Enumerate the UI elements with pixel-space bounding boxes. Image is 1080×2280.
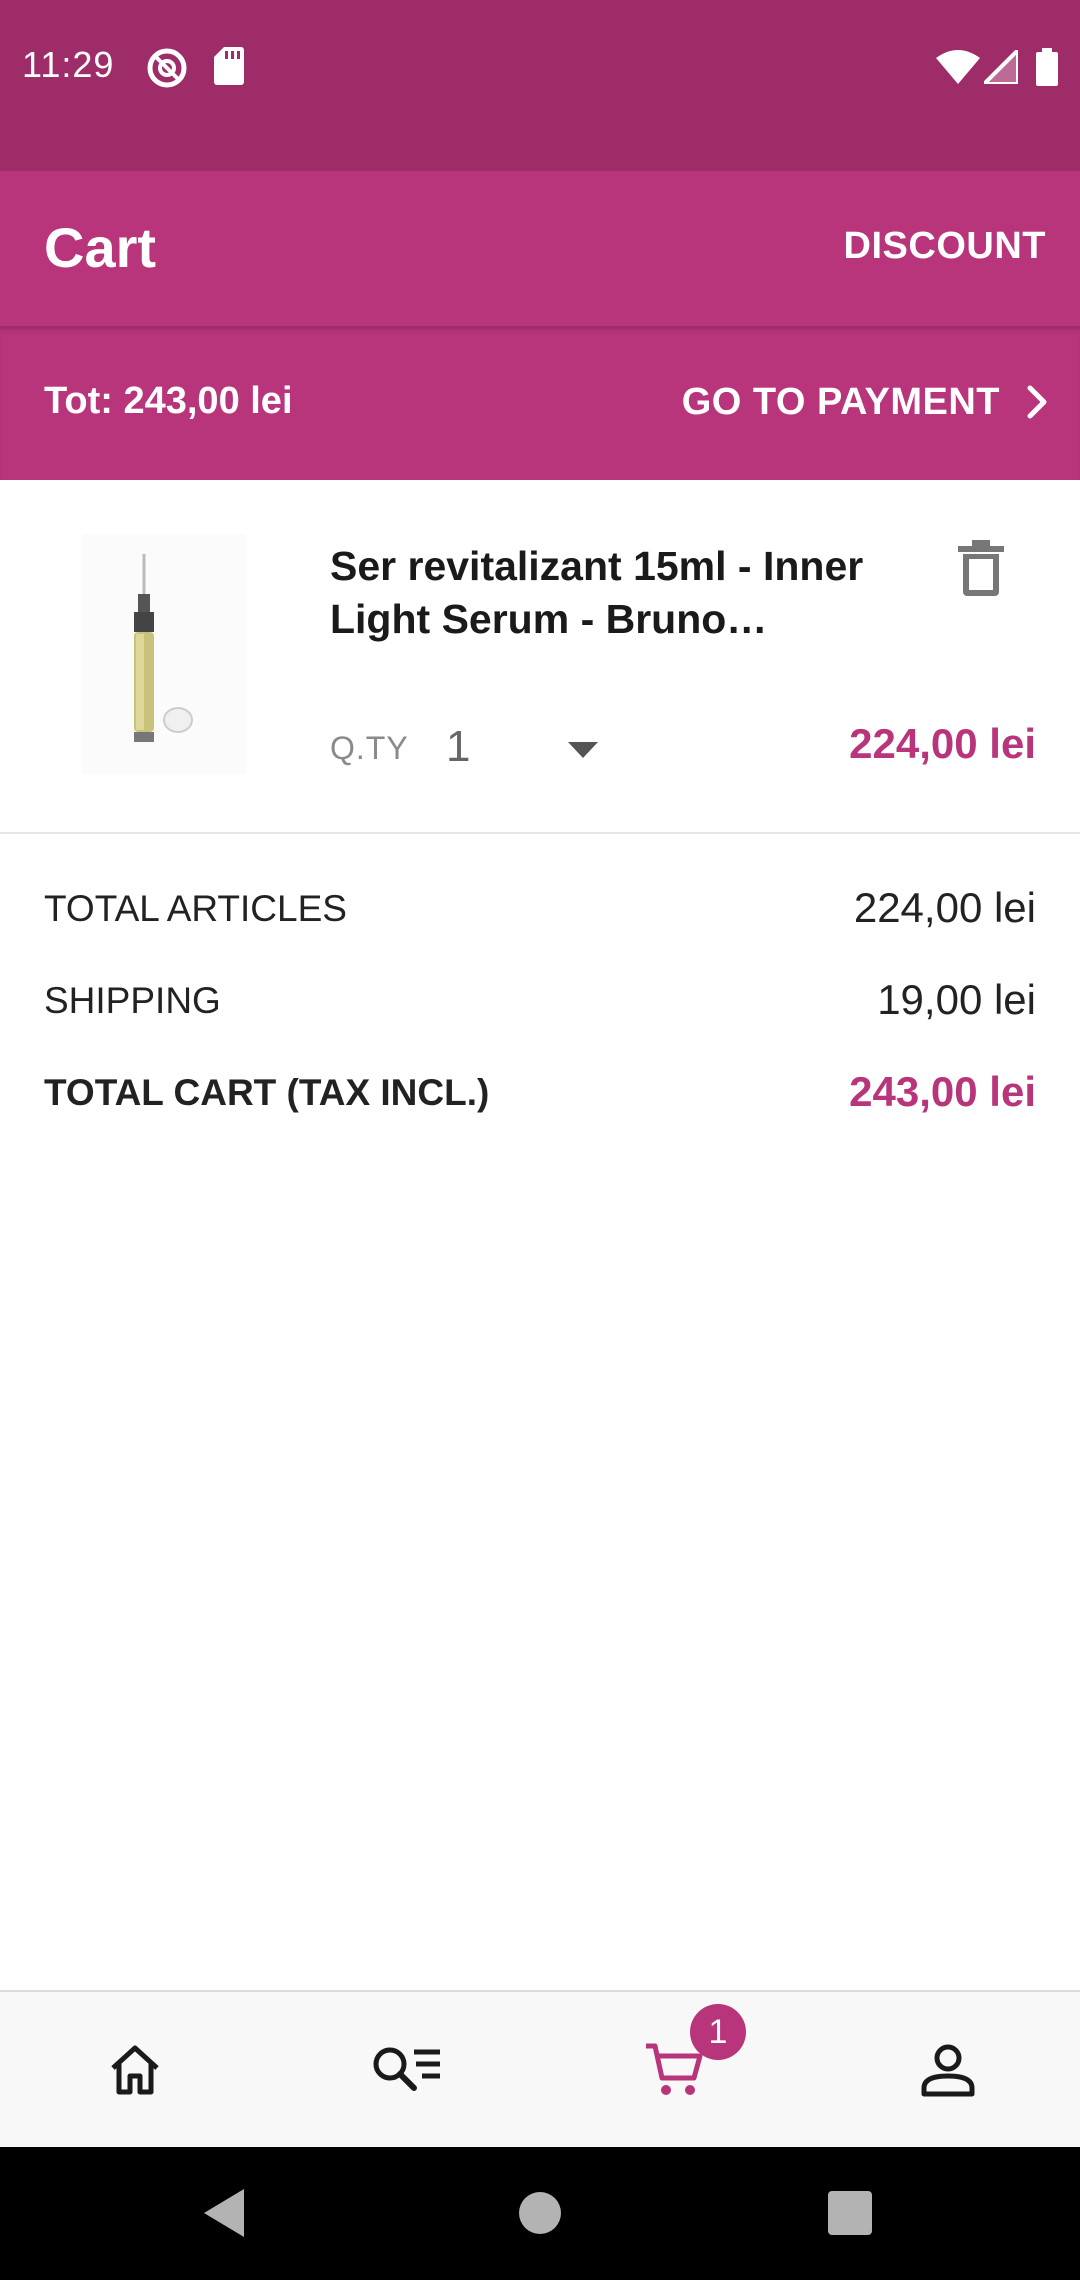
total-articles-value: 224,00 lei: [853, 884, 1036, 931]
signal-icon: [984, 50, 1018, 84]
total-cart-label: TOTAL CART (TAX INCL.): [44, 1072, 490, 1113]
product-image[interactable]: [82, 534, 246, 774]
status-time: 11:29: [22, 44, 115, 85]
sd-card-icon: [214, 47, 244, 85]
go-to-payment-label: GO TO PAYMENT: [681, 380, 1000, 423]
nav-cart[interactable]: [540, 1992, 810, 2149]
back-icon[interactable]: [204, 2189, 244, 2242]
home-circle-icon[interactable]: [518, 2191, 562, 2240]
cart-icon: [646, 2043, 703, 2095]
chevron-right-icon: [1026, 384, 1050, 420]
product-name[interactable]: Ser revitalizant 15ml - Inner Light Seru…: [330, 540, 890, 646]
app-bar: Cart DISCOUNT: [0, 171, 1080, 326]
account-icon: [921, 2044, 975, 2097]
shipping-label: SHIPPING: [44, 980, 221, 1021]
item-price: 224,00 lei: [849, 720, 1036, 767]
nav-account[interactable]: [810, 1992, 1080, 2149]
discount-button[interactable]: DISCOUNT: [844, 225, 1046, 268]
cart-item[interactable]: Ser revitalizant 15ml - Inner Light Seru…: [0, 480, 1080, 834]
search-list-icon: [373, 2047, 440, 2091]
status-bar: 11:29: [0, 0, 1080, 171]
summary-shipping: SHIPPING 19,00 lei: [44, 972, 1036, 1032]
cart-screen: 11:29 Cart DISCOUNT Tot: 243,00 lei GO T…: [0, 0, 1080, 2280]
nav-search[interactable]: [270, 1992, 540, 2149]
wifi-icon: [936, 50, 980, 84]
summary-total-cart: TOTAL CART (TAX INCL.) 243,00 lei: [44, 1064, 1036, 1124]
shipping-value: 19,00 lei: [877, 976, 1036, 1023]
bottom-nav: [0, 1990, 1080, 2149]
delete-icon[interactable]: [956, 540, 1006, 596]
system-nav-bar: [0, 2147, 1080, 2280]
total-articles-label: TOTAL ARTICLES: [44, 888, 347, 929]
quantity-value: 1: [446, 722, 471, 771]
recents-icon[interactable]: [828, 2191, 872, 2240]
battery-icon: [1036, 48, 1058, 86]
home-icon: [111, 2045, 159, 2095]
quantity-dropdown[interactable]: 1: [446, 712, 606, 782]
quantity-label: Q.TY: [330, 730, 409, 766]
page-title: Cart: [44, 216, 157, 279]
summary-total-articles: TOTAL ARTICLES 224,00 lei: [44, 880, 1036, 940]
cart-badge: 1: [690, 2004, 746, 2060]
cart-total-summary: Tot: 243,00 lei: [44, 380, 293, 422]
dropdown-arrow-icon: [568, 742, 598, 763]
nav-home[interactable]: [0, 1992, 270, 2149]
go-to-payment-button[interactable]: GO TO PAYMENT: [682, 372, 1050, 432]
payment-bar: Tot: 243,00 lei GO TO PAYMENT: [0, 326, 1080, 480]
no-disturb-icon: [146, 47, 188, 89]
total-cart-value: 243,00 lei: [849, 1068, 1036, 1115]
